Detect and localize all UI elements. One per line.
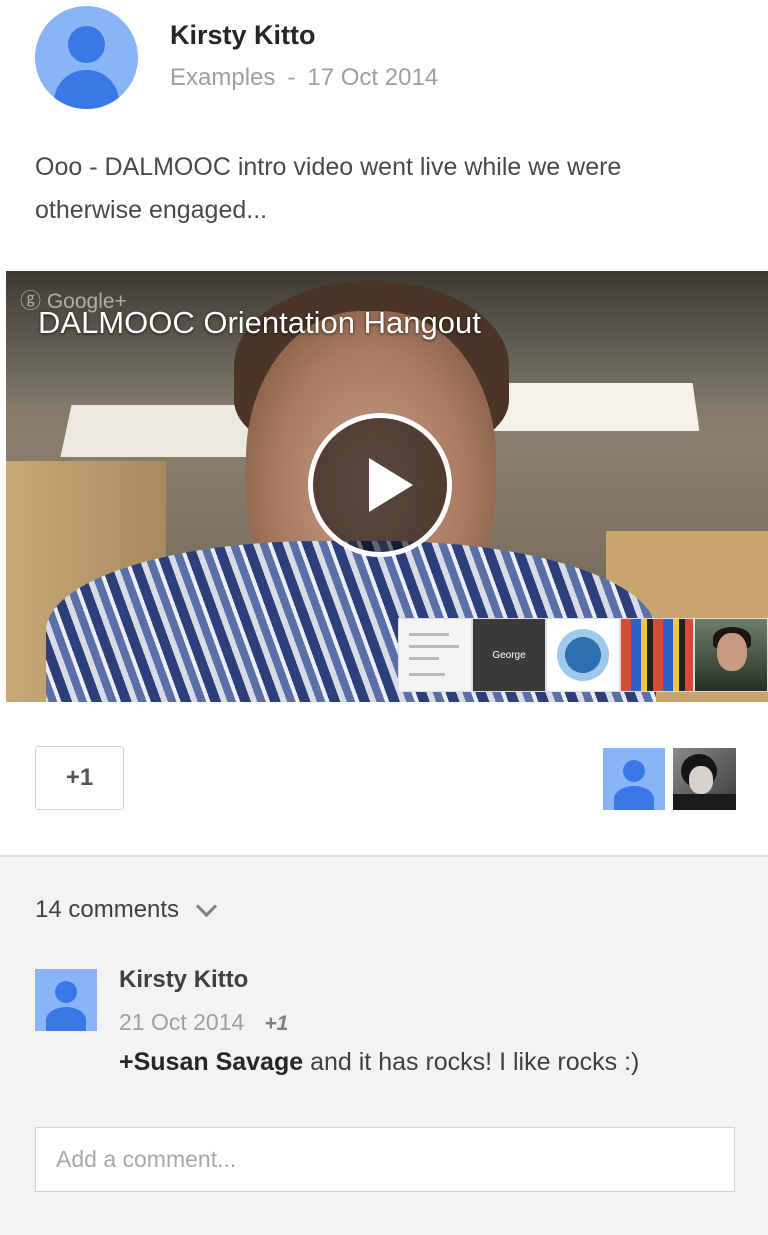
play-button[interactable] <box>308 413 452 557</box>
participant-thumbnail[interactable]: George <box>472 618 546 692</box>
sharer-avatar[interactable] <box>603 748 665 810</box>
comment-plus-one[interactable]: +1 <box>264 1012 288 1036</box>
play-icon <box>369 458 413 512</box>
post-date[interactable]: 17 Oct 2014 <box>307 64 438 91</box>
comment-text: +Susan Savage and it has rocks! I like r… <box>119 1048 640 1076</box>
post-author-name[interactable]: Kirsty Kitto <box>170 20 316 51</box>
person-placeholder-icon <box>55 981 77 1003</box>
post-text: Ooo - DALMOOC intro video went live whil… <box>35 153 622 224</box>
comment-meta: 21 Oct 2014 +1 <box>119 1009 288 1036</box>
hangout-participant-strip: George <box>398 618 768 692</box>
participant-thumbnail[interactable] <box>398 618 472 692</box>
comment-author-avatar[interactable] <box>35 969 97 1031</box>
chevron-down-icon <box>195 895 218 917</box>
meta-separator: - <box>287 64 296 91</box>
comment-count: 14 comments <box>35 896 180 923</box>
video-title[interactable]: DALMOOC Orientation Hangout <box>38 305 481 341</box>
sharer-avatar-photo[interactable] <box>673 748 736 810</box>
post-meta: Examples -17 Oct 2014 <box>170 64 438 92</box>
add-comment-input[interactable] <box>35 1127 735 1192</box>
comment-author-name[interactable]: Kirsty Kitto <box>119 966 248 994</box>
plus-one-button[interactable]: +1 <box>35 746 124 810</box>
author-avatar[interactable] <box>35 6 138 109</box>
comment-date[interactable]: 21 Oct 2014 <box>119 1009 244 1036</box>
comments-toggle[interactable]: 14 comments <box>35 895 218 924</box>
video-player[interactable]: ⓖ Google+ DALMOOC Orientation Hangout Ge… <box>6 271 768 702</box>
participant-thumbnail[interactable] <box>694 618 768 692</box>
participant-thumbnail[interactable] <box>546 618 620 692</box>
post-community-link[interactable]: Examples <box>170 64 275 91</box>
person-placeholder-icon <box>623 760 645 782</box>
participant-thumbnail[interactable] <box>620 618 694 692</box>
person-placeholder-icon <box>68 26 105 63</box>
comment-mention[interactable]: +Susan Savage <box>119 1048 303 1076</box>
